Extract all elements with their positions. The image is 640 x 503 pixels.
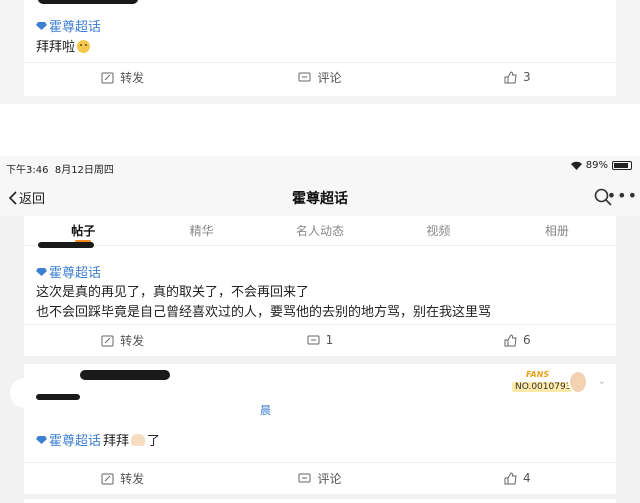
post-card: 霍尊超话 拜拜啦 转发 评论 3 bbox=[24, 0, 616, 96]
battery-percent: 89% bbox=[585, 160, 608, 171]
redaction-scribble bbox=[80, 370, 170, 380]
status-bar: 下午3:46 8月12日周四 89% bbox=[0, 156, 640, 178]
diamond-icon bbox=[36, 435, 47, 444]
divider bbox=[24, 324, 616, 325]
comment-icon bbox=[298, 72, 311, 81]
post-actions: 转发 评论 4 bbox=[24, 466, 616, 490]
post-text-line: 这次是真的再见了，真的取关了，不会再回来了 bbox=[36, 285, 310, 300]
topic-link[interactable]: 霍尊超话 bbox=[36, 16, 101, 35]
topic-label: 霍尊超话 bbox=[49, 266, 102, 281]
redaction-scribble bbox=[36, 394, 80, 400]
next-post-card bbox=[24, 499, 616, 503]
redaction-scribble bbox=[38, 242, 94, 248]
fans-avatar bbox=[568, 370, 588, 394]
battery-icon bbox=[612, 161, 632, 170]
repost-button[interactable]: 转发 bbox=[24, 466, 221, 490]
comment-button[interactable]: 评论 bbox=[221, 65, 418, 89]
page-title: 霍尊超话 bbox=[292, 191, 348, 207]
topic-link[interactable]: 霍尊超话 拜拜了 bbox=[36, 430, 160, 449]
like-button[interactable]: 6 bbox=[419, 328, 616, 352]
topic-label: 霍尊超话 bbox=[49, 20, 102, 35]
status-time: 下午3:46 8月12日周四 bbox=[6, 165, 114, 176]
diamond-icon bbox=[36, 21, 47, 30]
post-card: FANS NO.0010793 ⌄ 晨 霍尊超话 拜拜了 转发 评论 4 bbox=[10, 364, 616, 494]
chevron-down-icon[interactable]: ⌄ bbox=[598, 376, 606, 387]
divider bbox=[24, 62, 616, 63]
diamond-icon bbox=[36, 267, 47, 276]
like-button[interactable]: 4 bbox=[419, 466, 616, 490]
comment-icon bbox=[307, 335, 320, 344]
white-gap bbox=[0, 104, 640, 156]
like-button[interactable]: 3 bbox=[419, 65, 616, 89]
tab-videos[interactable]: 视频 bbox=[379, 216, 497, 245]
post-text: 拜拜 bbox=[103, 434, 130, 449]
thumbs-up-icon bbox=[504, 333, 517, 346]
tab-celebrity-updates[interactable]: 名人动态 bbox=[261, 216, 379, 245]
post-actions: 转发 1 6 bbox=[24, 328, 616, 352]
clapping-hands-emoji-icon bbox=[131, 433, 146, 446]
repost-icon bbox=[101, 72, 114, 83]
post-actions: 转发 评论 3 bbox=[24, 65, 616, 89]
tab-featured[interactable]: 精华 bbox=[142, 216, 260, 245]
comment-button[interactable]: 评论 bbox=[221, 466, 418, 490]
topic-page-screenshot: 下午3:46 8月12日周四 89% 返回 霍尊超话 ••• 帖子 精华 名人动… bbox=[0, 156, 640, 503]
topic-tabs: 帖子 精华 名人动态 视频 相册 bbox=[24, 216, 616, 246]
post-card: 霍尊超话 这次是真的再见了，真的取关了，不会再回来了 也不会回踩毕竟是自己曾经喜… bbox=[24, 242, 616, 356]
repost-button[interactable]: 转发 bbox=[24, 65, 221, 89]
post-source[interactable]: 晨 bbox=[260, 402, 271, 418]
repost-button[interactable]: 转发 bbox=[24, 328, 221, 352]
redaction-scribble bbox=[38, 0, 138, 4]
post-text-line: 也不会回踩毕竟是自己曾经喜欢过的人，要骂他的去别的地方骂，别在我这里骂 bbox=[36, 305, 492, 320]
more-button[interactable]: ••• bbox=[607, 186, 638, 205]
post-text: 拜拜啦 bbox=[36, 36, 91, 55]
tab-album[interactable]: 相册 bbox=[498, 216, 616, 245]
previous-screenshot-fragment: 霍尊超话 拜拜啦 转发 评论 3 bbox=[0, 0, 640, 104]
divider bbox=[24, 462, 616, 463]
tab-posts[interactable]: 帖子 bbox=[24, 216, 142, 245]
smile-emoji-icon bbox=[77, 40, 91, 53]
avatar[interactable] bbox=[10, 378, 40, 408]
fans-badge[interactable]: FANS NO.0010793 bbox=[510, 370, 590, 396]
status-indicators: 89% bbox=[570, 160, 632, 171]
nav-bar: 返回 霍尊超话 ••• bbox=[0, 178, 640, 216]
comment-icon bbox=[298, 473, 311, 482]
thumbs-up-icon bbox=[504, 471, 517, 484]
topic-link[interactable]: 霍尊超话 bbox=[36, 262, 101, 281]
wifi-icon bbox=[570, 161, 582, 170]
comment-button[interactable]: 1 bbox=[221, 328, 418, 352]
topic-label: 霍尊超话 bbox=[49, 434, 102, 449]
repost-icon bbox=[101, 335, 114, 346]
repost-icon bbox=[101, 473, 114, 484]
thumbs-up-icon bbox=[504, 70, 517, 83]
